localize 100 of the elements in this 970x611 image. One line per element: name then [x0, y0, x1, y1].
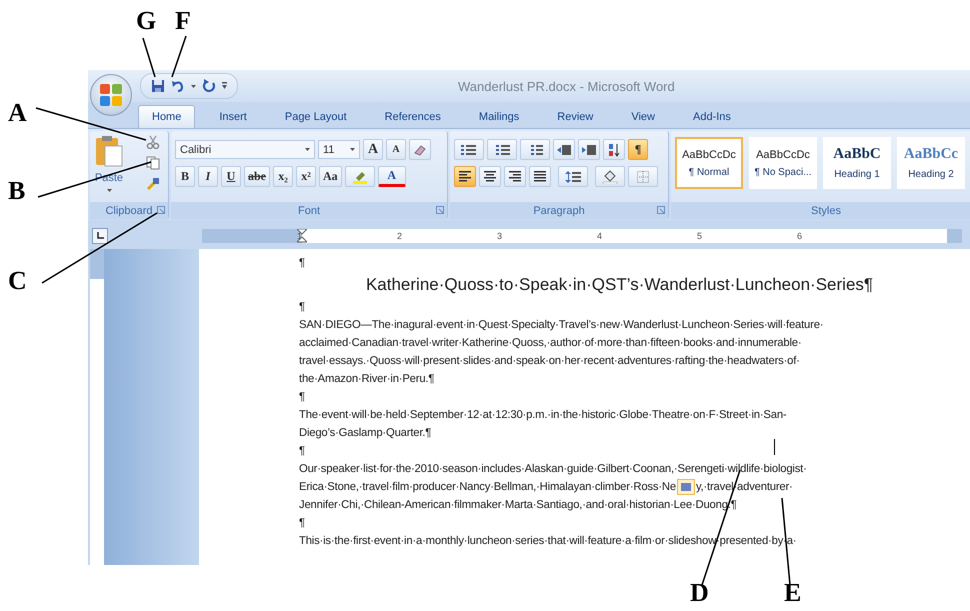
- ribbon-tab[interactable]: View: [617, 105, 669, 128]
- style-gallery-item[interactable]: AaBbCcDc ¶ No Spaci...: [749, 137, 817, 189]
- ribbon-tab[interactable]: Insert: [205, 105, 261, 128]
- list-button[interactable]: [454, 139, 484, 160]
- format-button[interactable]: x²: [296, 166, 316, 187]
- redo-icon[interactable]: [202, 79, 216, 93]
- sort-icon: [607, 142, 621, 156]
- align-icon: [459, 171, 471, 182]
- ribbon-tab[interactable]: Mailings: [464, 105, 534, 128]
- customize-toolbar-icon[interactable]: [222, 82, 227, 90]
- sort-button[interactable]: [603, 139, 625, 160]
- text-line: travel·essays.·Quoss·will·present·slides·and·speak·on·her·recent·adventures·rafting·the·headwaters·of·: [299, 354, 800, 369]
- copy-icon[interactable]: [146, 156, 160, 170]
- format-button[interactable]: I: [198, 166, 218, 187]
- paragraph-mark: ¶: [299, 516, 305, 531]
- align-button[interactable]: [529, 166, 551, 187]
- callout-letter: F: [175, 8, 191, 34]
- indent-icon: [582, 144, 596, 156]
- ruler-number: 4: [596, 231, 602, 241]
- text-line: SAN·DIEGO—The·inagural·event·in·Quest·Specialty·Travel’s·new·Wanderlust·Luncheon·Series·will·feature·: [299, 318, 824, 333]
- shrink-font-button[interactable]: A: [386, 139, 406, 160]
- ribbon-tab[interactable]: Page Layout: [270, 105, 361, 128]
- dropdown-caret-icon[interactable]: [305, 148, 310, 151]
- dropdown-caret-icon[interactable]: [191, 84, 196, 88]
- window-title: Wanderlust PR.docx - Microsoft Word: [458, 78, 675, 94]
- ribbon-tab[interactable]: Review: [543, 105, 608, 128]
- eraser-icon: [413, 144, 427, 156]
- style-name: Heading 2: [908, 169, 954, 180]
- align-icon: [509, 171, 521, 182]
- indent-marker-icon[interactable]: [297, 229, 307, 243]
- text-line: The·event·will·be·held·September·12·at·12:30·p.m.·in·the·historic·Globe·Theatre·on·F·Street·in·San-: [299, 408, 786, 423]
- scissors-icon[interactable]: [146, 135, 160, 149]
- list-icon: [494, 144, 510, 156]
- paint-bucket-icon: [602, 170, 618, 184]
- paste-options-icon[interactable]: [676, 479, 695, 495]
- style-name: ¶ Normal: [688, 166, 730, 178]
- paste-icon[interactable]: [94, 135, 124, 167]
- save-icon[interactable]: [151, 79, 165, 93]
- shading-button[interactable]: [595, 166, 625, 187]
- align-button[interactable]: [454, 166, 476, 187]
- decrease-indent-button[interactable]: [553, 139, 575, 160]
- ribbon-tab[interactable]: Home: [138, 105, 196, 128]
- format-button[interactable]: x₂: [273, 166, 293, 187]
- ruler-number: 2: [396, 231, 402, 241]
- align-button[interactable]: [504, 166, 526, 187]
- highlight-button[interactable]: [344, 166, 375, 187]
- list-icon: [461, 144, 477, 156]
- callout-letter: C: [8, 268, 27, 294]
- callout-letter: E: [784, 580, 802, 606]
- format-painter-icon[interactable]: [146, 177, 160, 191]
- align-icon: [534, 171, 546, 182]
- undo-icon[interactable]: [171, 79, 185, 93]
- dropdown-caret-icon[interactable]: [350, 148, 355, 151]
- office-logo-icon: [99, 83, 123, 107]
- format-button[interactable]: Aa: [319, 166, 342, 187]
- text-cursor: [774, 439, 775, 455]
- align-button[interactable]: [479, 166, 501, 187]
- style-name: Heading 1: [834, 169, 880, 180]
- format-button[interactable]: B: [175, 166, 195, 187]
- style-gallery-item[interactable]: AaBbCc Heading 2: [897, 137, 965, 189]
- style-gallery-item[interactable]: AaBbCcDc ¶ Normal: [675, 137, 743, 189]
- align-icon: [484, 171, 496, 182]
- style-preview: AaBbC: [833, 146, 881, 163]
- callout-letter: D: [690, 580, 709, 606]
- ribbon-tab[interactable]: References: [370, 105, 455, 128]
- font-size-field[interactable]: 11: [318, 140, 360, 159]
- style-name: ¶ No Spaci...: [754, 166, 812, 178]
- paragraph-mark: ¶: [299, 256, 305, 271]
- format-button[interactable]: U: [221, 166, 241, 187]
- line-spacing-button[interactable]: [558, 166, 588, 187]
- ruler-number: 5: [696, 231, 702, 241]
- callout-letter: A: [8, 100, 27, 126]
- increase-indent-button[interactable]: [578, 139, 600, 160]
- style-preview: AaBbCcDc: [756, 148, 810, 160]
- format-button[interactable]: abe: [244, 166, 270, 187]
- dropdown-caret-icon[interactable]: [106, 189, 112, 192]
- ribbon-tab[interactable]: Add-Ins: [679, 105, 745, 128]
- paragraph-mark: ¶: [299, 444, 305, 459]
- font-name-field[interactable]: Calibri: [175, 140, 315, 159]
- font-color-button[interactable]: A: [378, 166, 406, 187]
- show-marks-button[interactable]: ¶: [628, 139, 648, 160]
- ruler-number: 6: [796, 231, 802, 241]
- document-title: Katherine·Quoss·to·Speak·in·QST’s·Wanderlust·Luncheon·Series¶: [366, 274, 874, 296]
- highlighter-icon: [352, 170, 368, 184]
- callout-letter: B: [8, 178, 26, 204]
- line-spacing-icon: [565, 170, 581, 182]
- paragraph-mark: ¶: [299, 300, 305, 315]
- callout-letter: G: [136, 8, 156, 34]
- paragraph-mark: ¶: [299, 390, 305, 405]
- style-preview: AaBbCcDc: [682, 148, 736, 160]
- tab-selector-button[interactable]: [92, 228, 108, 244]
- style-preview: AaBbCc: [904, 146, 958, 163]
- text-line: Our·speaker·list·for·the·2010·season·includes·Alaskan·guide·Gilbert·Coonan,·Serengeti·wildlife·biologist·: [299, 462, 807, 477]
- list-button[interactable]: [487, 139, 517, 160]
- borders-button[interactable]: [628, 166, 658, 187]
- grow-font-button[interactable]: A: [363, 139, 383, 160]
- style-gallery-item[interactable]: AaBbC Heading 1: [823, 137, 891, 189]
- list-button[interactable]: [520, 139, 550, 160]
- text-line: acclaimed·Canadian·travel·writer·Katherine·Quoss,·author·of·more·than·fifteen·books·and·innumerable·: [299, 336, 802, 351]
- clear-formatting-button[interactable]: [409, 139, 431, 160]
